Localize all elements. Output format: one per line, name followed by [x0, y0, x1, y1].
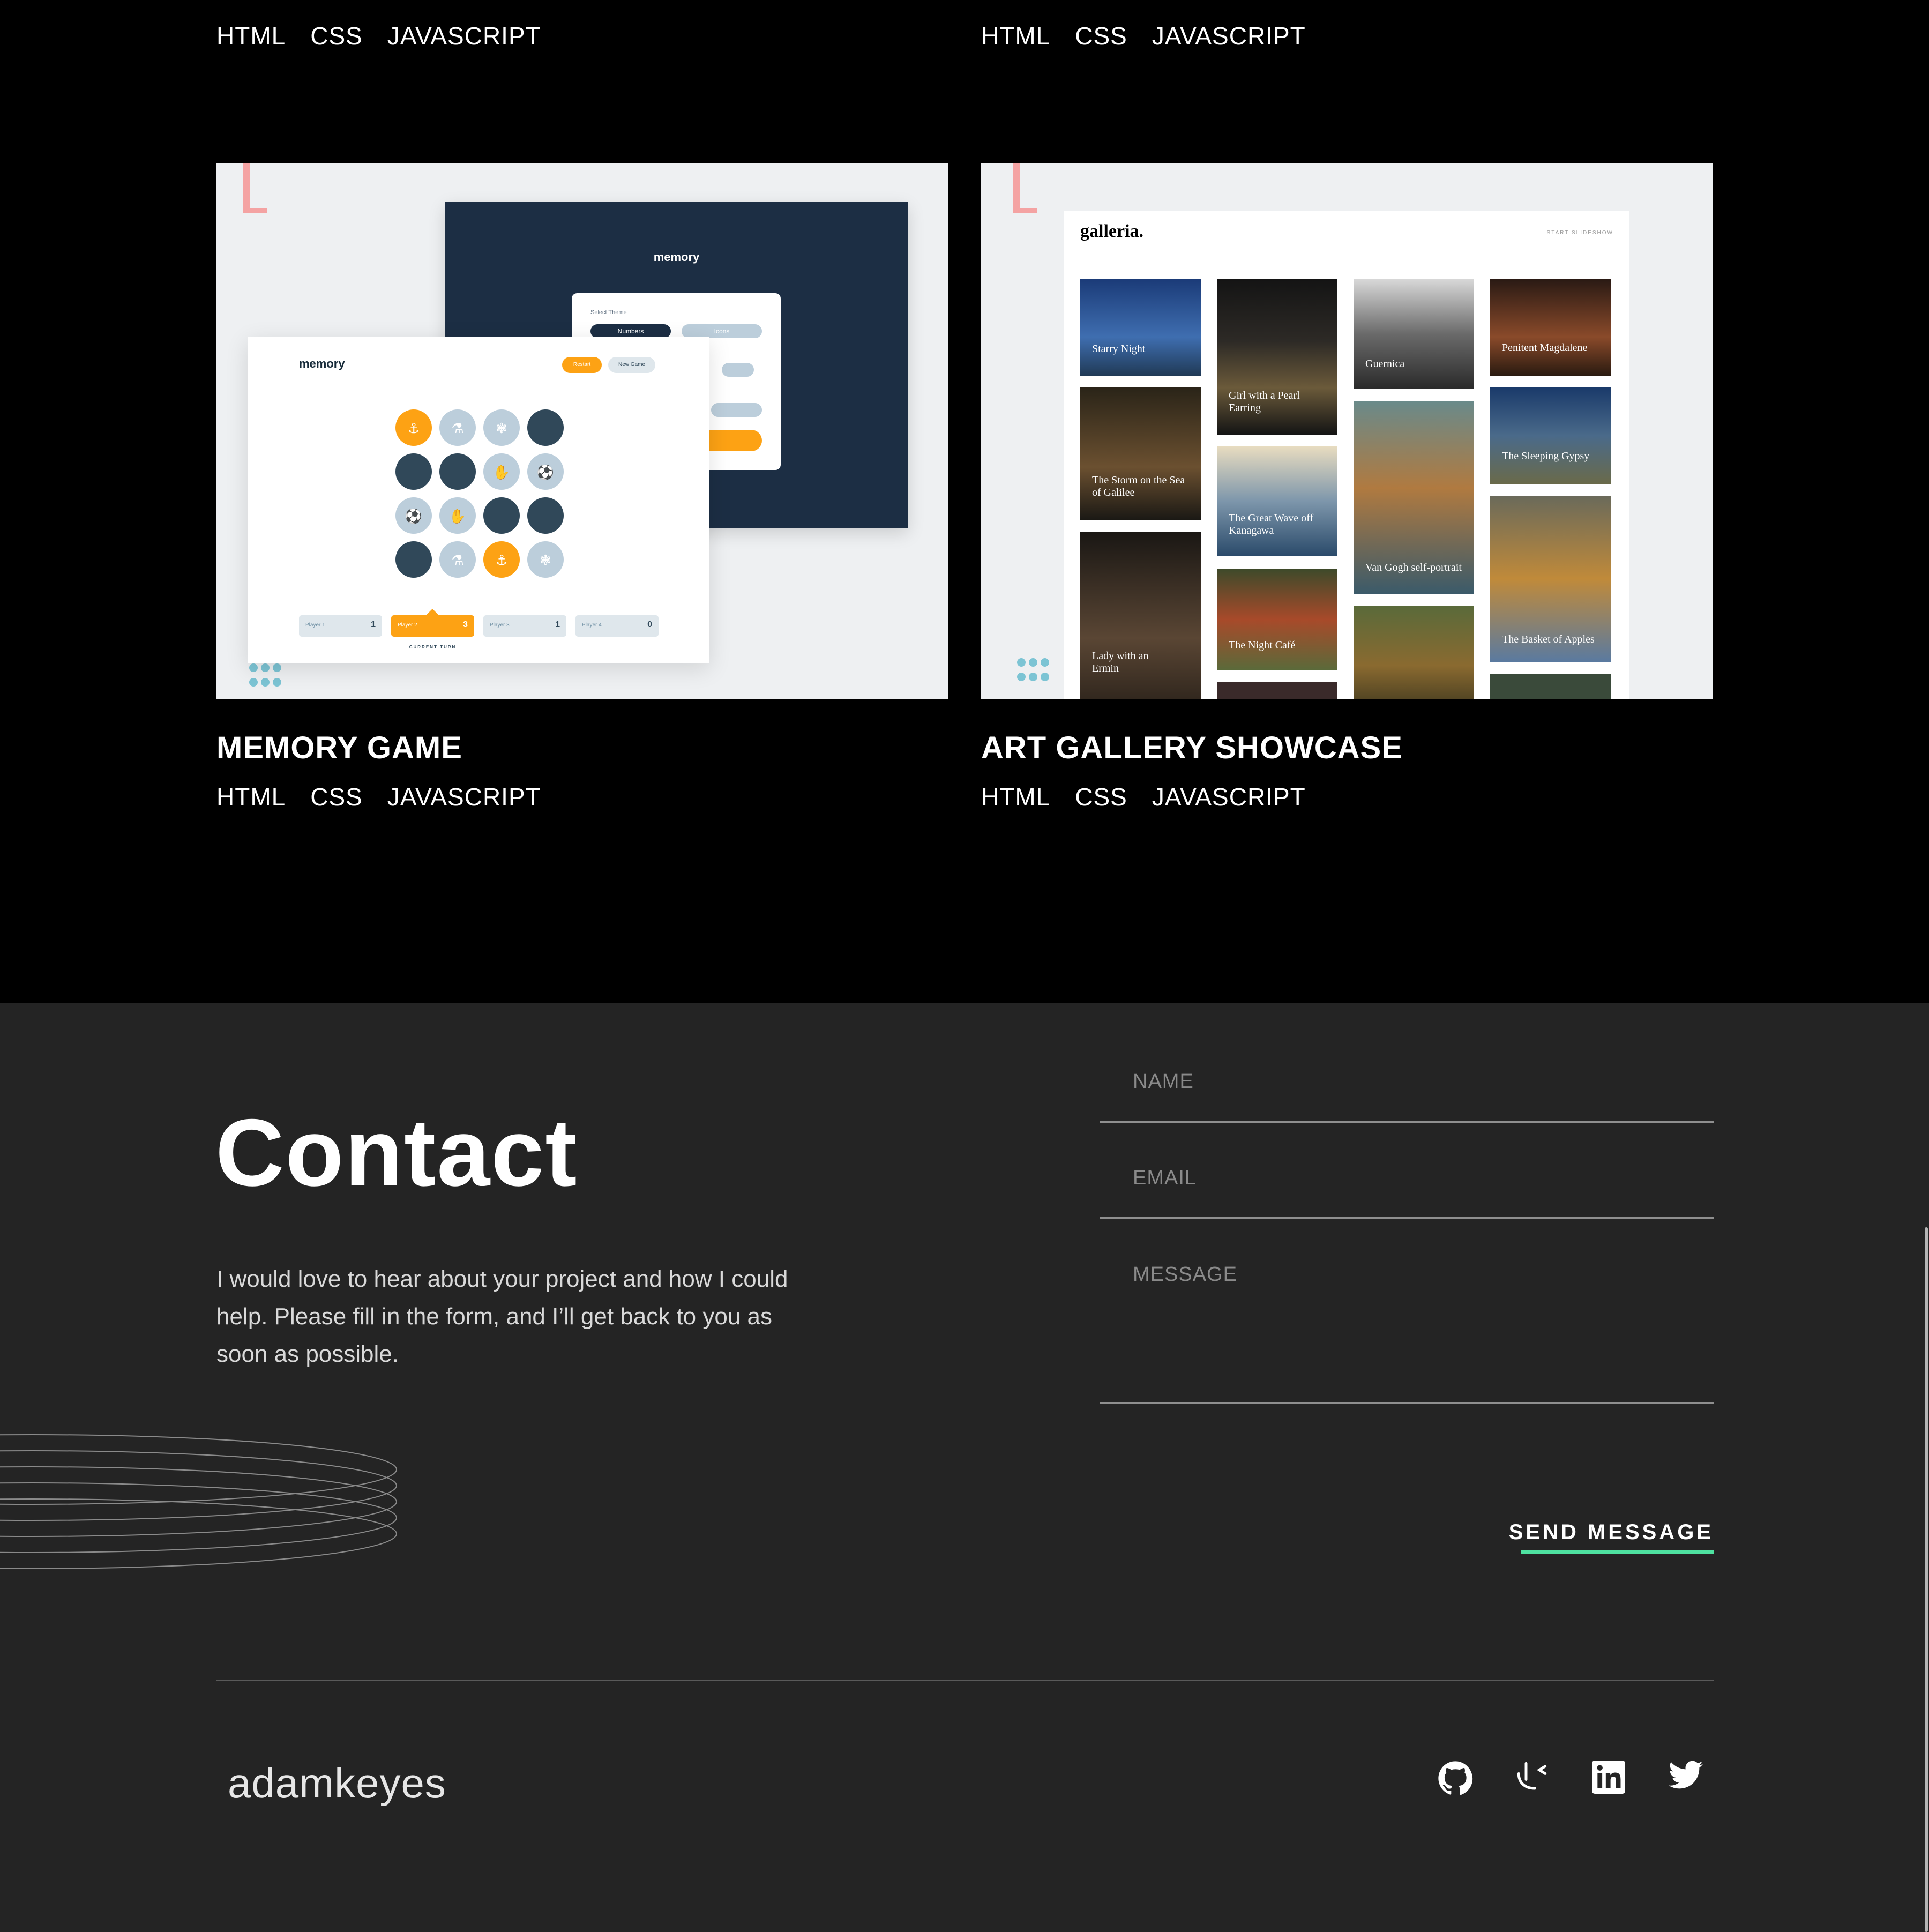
svg-text:⚽: ⚽: [536, 464, 554, 481]
painting-title: Penitent Magdalene: [1502, 342, 1588, 354]
painting-title: The Great Wave off Kanagawa: [1229, 512, 1314, 536]
project-tags: HTML CSS JAVASCRIPT: [981, 782, 1306, 811]
svg-text:⚓: ⚓: [495, 553, 507, 569]
tag: JAVASCRIPT: [387, 783, 541, 811]
tag: CSS: [310, 783, 363, 811]
frontend-mentor-icon[interactable]: [1514, 1759, 1550, 1794]
svg-text:✋: ✋: [449, 508, 466, 525]
player-name: Player 3: [490, 622, 510, 628]
tag: HTML: [216, 22, 286, 50]
preview-restart: Restart: [562, 357, 602, 373]
tag: CSS: [310, 22, 363, 50]
painting-title: The Sleeping Gypsy: [1502, 450, 1590, 462]
tag: HTML: [216, 783, 286, 811]
message-field[interactable]: MESSAGE: [1100, 1252, 1714, 1404]
current-turn-label: CURRENT TURN: [409, 645, 457, 650]
contact-heading: Contact: [215, 1099, 578, 1206]
name-field[interactable]: NAME: [1100, 1060, 1714, 1123]
player-score: 1: [371, 620, 376, 629]
painting-title: Starry Night: [1092, 343, 1146, 355]
tag: CSS: [1075, 22, 1127, 50]
tag: HTML: [981, 783, 1051, 811]
player-name: Player 4: [582, 622, 602, 628]
tag: HTML: [981, 22, 1051, 50]
project-tags: HTML CSS JAVASCRIPT: [216, 782, 541, 811]
player-score: 0: [647, 620, 652, 629]
painting-title: The Storm on the Sea of Galilee: [1092, 474, 1185, 498]
twitter-icon[interactable]: [1669, 1760, 1703, 1790]
send-underline: [1521, 1550, 1714, 1554]
github-icon[interactable]: [1438, 1761, 1473, 1796]
tag: JAVASCRIPT: [1152, 783, 1306, 811]
tag: CSS: [1075, 783, 1127, 811]
painting-title: Guernica: [1365, 358, 1405, 370]
preview-brand: memory: [653, 250, 700, 264]
painting-title: Lady with an Ermin: [1092, 650, 1149, 674]
svg-text:⚓: ⚓: [407, 421, 420, 437]
send-message-label: SEND MESSAGE: [1508, 1520, 1714, 1544]
svg-text:⚗: ⚗: [451, 553, 463, 569]
svg-text:⚗: ⚗: [451, 421, 463, 437]
scrollbar-thumb[interactable]: [1925, 1227, 1928, 1932]
footer-divider: [216, 1680, 1714, 1681]
tag: JAVASCRIPT: [1152, 22, 1306, 50]
player-name: Player 2: [398, 622, 417, 628]
project-title: ART GALLERY SHOWCASE: [981, 730, 1403, 765]
painting-title: Girl with a Pearl Earring: [1229, 390, 1300, 414]
preview-newgame: New Game: [608, 357, 655, 373]
preview-brand: memory: [299, 357, 345, 370]
memory-game-thumbnail[interactable]: memory Select Theme Numbers Icons memory…: [216, 163, 948, 699]
svg-text:❃: ❃: [496, 421, 507, 437]
painting-title: The Basket of Apples: [1502, 633, 1595, 645]
project-title: MEMORY GAME: [216, 730, 462, 765]
svg-text:❃: ❃: [540, 553, 551, 569]
art-gallery-thumbnail[interactable]: galleria. START SLIDESHOW Starry Night T…: [981, 163, 1713, 699]
player-name: Player 1: [305, 622, 325, 628]
project-tags: HTML CSS JAVASCRIPT: [216, 21, 541, 50]
player-score: 3: [463, 620, 468, 629]
email-field[interactable]: EMAIL: [1100, 1156, 1714, 1219]
svg-text:⚽: ⚽: [405, 508, 422, 525]
player-score: 1: [555, 620, 560, 629]
preview-label: Select Theme: [590, 309, 627, 316]
preview-brand: galleria.: [1080, 221, 1144, 241]
painting-title: The Night Café: [1229, 639, 1296, 651]
tag: JAVASCRIPT: [387, 22, 541, 50]
rings-decoration: [0, 1434, 397, 1569]
linkedin-icon[interactable]: [1592, 1761, 1625, 1794]
preview-slideshow: START SLIDESHOW: [1546, 230, 1613, 236]
memory-grid: ⚓ ⚗ ❃ ✋ ⚽ ⚽ ✋ ⚗ ⚓ ❃: [395, 409, 564, 578]
contact-section: Contact I would love to hear about your …: [0, 1003, 1929, 1932]
svg-text:✋: ✋: [493, 464, 510, 481]
send-message-button[interactable]: SEND MESSAGE: [1509, 1520, 1714, 1554]
painting-title: Van Gogh self-portrait: [1365, 562, 1462, 573]
contact-text: I would love to hear about your project …: [216, 1266, 788, 1367]
footer-logo[interactable]: adamkeyes: [228, 1759, 446, 1808]
project-tags: HTML CSS JAVASCRIPT: [981, 21, 1306, 50]
